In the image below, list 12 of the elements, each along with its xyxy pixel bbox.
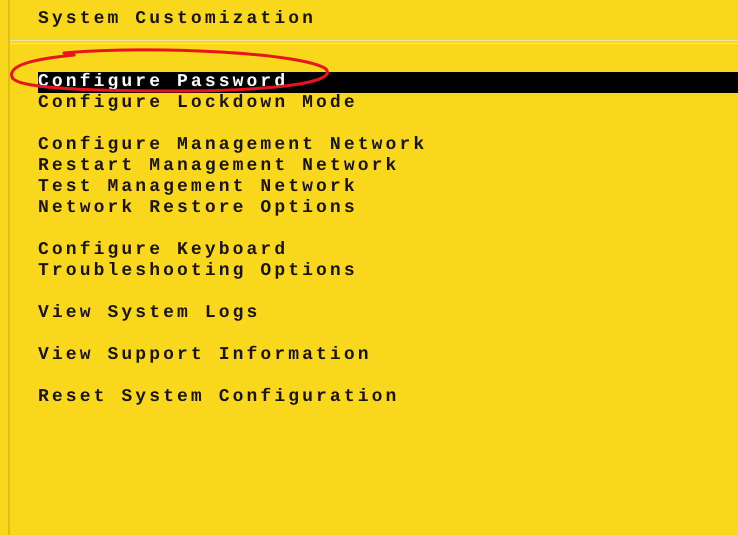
menu-item[interactable]: View Support Information: [38, 345, 738, 366]
menu-item[interactable]: Test Management Network: [38, 177, 738, 198]
menu-item[interactable]: Troubleshooting Options: [38, 261, 738, 282]
menu-item[interactable]: Reset System Configuration: [38, 387, 738, 408]
menu-item[interactable]: Configure Keyboard: [38, 240, 738, 261]
menu-item[interactable]: View System Logs: [38, 303, 738, 324]
menu-item[interactable]: Configure Management Network: [38, 135, 738, 156]
screen-title: System Customization: [37, 8, 318, 31]
menu-item[interactable]: Network Restore Options: [38, 198, 738, 219]
menu-item[interactable]: Configure Lockdown Mode: [38, 93, 738, 114]
menu-item[interactable]: Configure Password: [38, 72, 738, 93]
menu-item[interactable]: Restart Management Network: [38, 156, 738, 177]
